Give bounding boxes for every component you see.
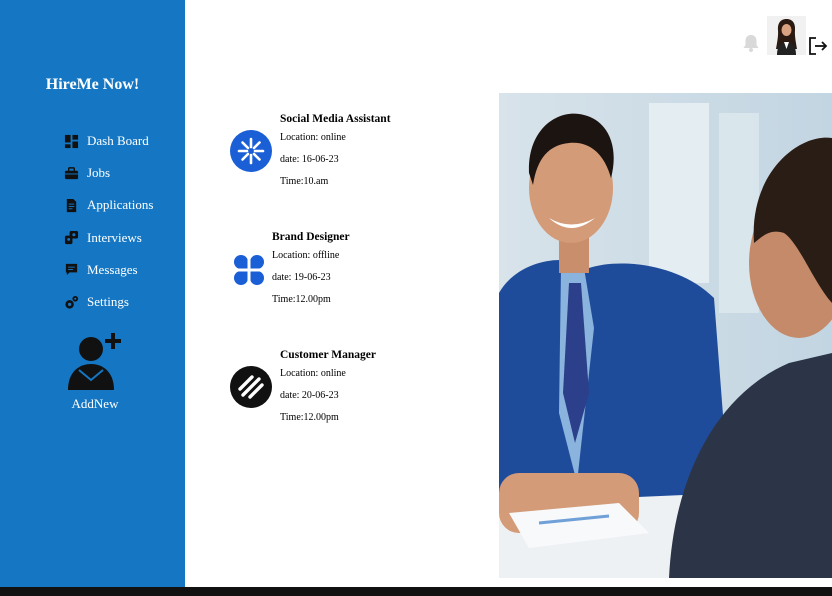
company-logo	[230, 366, 272, 408]
sidebar-item-label: Messages	[87, 261, 138, 277]
job-card[interactable]: Social Media Assistant Location: online …	[280, 113, 391, 198]
add-new-button[interactable]: AddNew	[55, 330, 135, 412]
brand-title: HireMe Now!	[45, 76, 140, 93]
job-title: Customer Manager	[280, 349, 376, 361]
add-user-icon	[68, 333, 121, 390]
interview-icon	[63, 230, 79, 246]
job-card[interactable]: Brand Designer Location: offline date: 1…	[272, 231, 350, 316]
logout-icon[interactable]	[807, 35, 829, 57]
job-title: Social Media Assistant	[280, 113, 391, 125]
sidebar-item-label: Dash Board	[87, 133, 149, 149]
company-logo	[230, 130, 272, 172]
job-time: Time:10.am	[280, 176, 329, 187]
job-date: date: 16-06-23	[280, 154, 339, 165]
sidebar-item-label: Jobs	[87, 165, 111, 181]
sidebar-item-label: Applications	[87, 197, 154, 213]
bell-icon[interactable]	[741, 33, 761, 53]
sidebar-item-messages[interactable]: Messages	[63, 254, 153, 286]
sidebar-item-applications[interactable]: Applications	[63, 189, 153, 221]
job-title: Brand Designer	[272, 231, 350, 243]
job-location: Location: offline	[272, 250, 340, 261]
footer-bar	[0, 587, 832, 596]
sidebar-item-label: Interviews	[87, 229, 142, 245]
job-location: Location: online	[280, 368, 346, 379]
profile-avatar[interactable]	[767, 16, 806, 55]
job-date: date: 20-06-23	[280, 390, 339, 401]
job-time: Time:12.00pm	[280, 412, 339, 423]
sidebar-item-jobs[interactable]: Jobs	[63, 157, 153, 189]
sidebar: HireMe Now! Dash Board Jobs Applications…	[0, 0, 185, 587]
job-card[interactable]: Customer Manager Location: online date: …	[280, 349, 376, 434]
job-time: Time:12.00pm	[272, 294, 331, 305]
company-logo	[230, 250, 272, 292]
sidebar-nav: Dash Board Jobs Applications Interviews …	[63, 125, 153, 318]
hero-image	[499, 93, 832, 578]
sidebar-item-label: Settings	[87, 294, 129, 310]
gear-icon	[63, 294, 79, 310]
sidebar-item-interviews[interactable]: Interviews	[63, 222, 153, 254]
sidebar-item-settings[interactable]: Settings	[63, 286, 153, 318]
briefcase-icon	[63, 165, 79, 181]
job-location: Location: online	[280, 132, 346, 143]
job-date: date: 19-06-23	[272, 272, 331, 283]
message-icon	[63, 262, 79, 278]
add-new-label: AddNew	[71, 396, 119, 411]
sidebar-item-dashboard[interactable]: Dash Board	[63, 125, 153, 157]
dashboard-icon	[63, 133, 79, 149]
document-icon	[63, 197, 79, 213]
